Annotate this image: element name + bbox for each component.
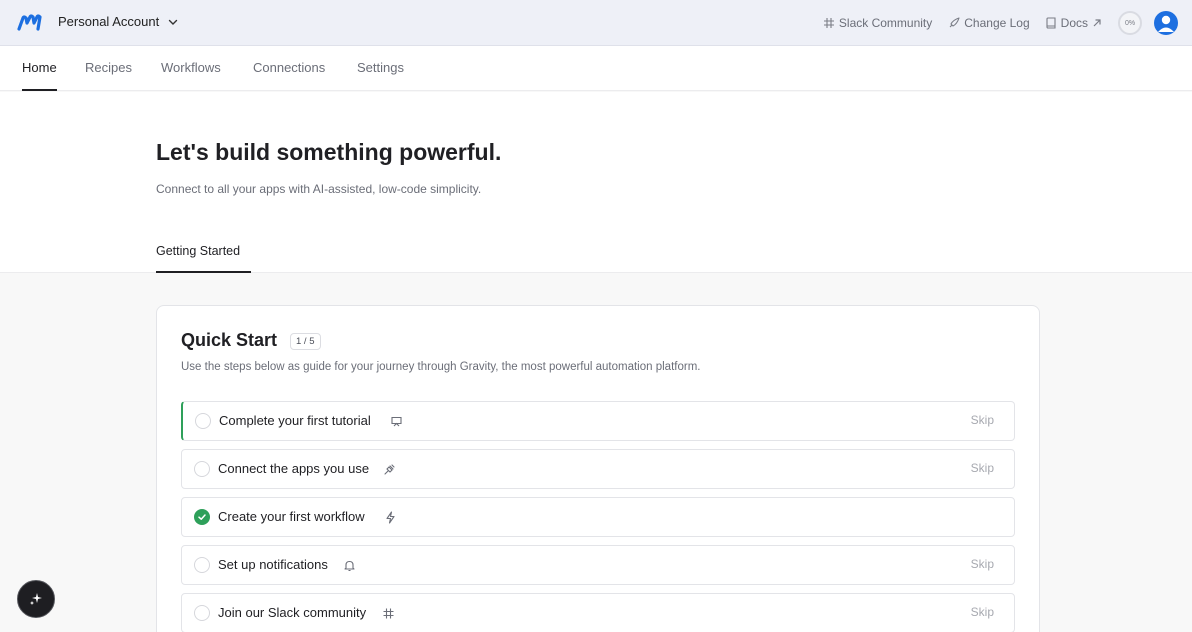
step-label: Connect the apps you use <box>218 461 370 476</box>
skip-button[interactable]: Skip <box>971 557 994 571</box>
quick-start-progress-badge: 1 / 5 <box>290 333 321 350</box>
step-checkbox[interactable] <box>194 605 210 621</box>
onboarding-progress-ring[interactable]: 0% <box>1118 11 1142 35</box>
docs-link[interactable]: Docs <box>1046 16 1106 30</box>
step-checkbox[interactable] <box>194 557 210 573</box>
app-logo-icon[interactable] <box>17 13 43 33</box>
step-checkbox[interactable] <box>194 461 210 477</box>
skip-button[interactable]: Skip <box>971 461 994 475</box>
slack-icon <box>823 18 834 28</box>
user-icon <box>1158 15 1174 32</box>
tab-workflows[interactable]: Workflows <box>161 60 221 75</box>
progress-percent: 0% <box>1124 19 1136 27</box>
step-label: Complete your first tutorial <box>219 413 371 428</box>
main-nav: Home Recipes Workflows Connections Setti… <box>0 46 1192 91</box>
hero-section: Let's build something powerful. Connect … <box>0 92 1192 273</box>
step-complete-tutorial[interactable]: Complete your first tutorial Skip <box>181 401 1015 441</box>
tab-home[interactable]: Home <box>22 60 57 75</box>
quick-start-card: Quick Start 1 / 5 Use the steps below as… <box>156 305 1040 632</box>
step-join-slack[interactable]: Join our Slack community Skip <box>181 593 1015 632</box>
step-label: Set up notifications <box>218 557 328 572</box>
slack-community-link[interactable]: Slack Community <box>823 16 932 30</box>
step-set-notifications[interactable]: Set up notifications Skip <box>181 545 1015 585</box>
step-connect-apps[interactable]: Connect the apps you use Skip <box>181 449 1015 489</box>
quick-start-description: Use the steps below as guide for your jo… <box>181 361 701 373</box>
step-checkbox-done[interactable] <box>194 509 210 525</box>
page-subtitle: Connect to all your apps with AI-assiste… <box>156 182 482 196</box>
top-bar: Personal Account Slack Community Change … <box>0 0 1192 46</box>
sparkle-icon <box>30 593 42 605</box>
chevron-down-icon <box>168 19 178 25</box>
plug-icon <box>384 464 395 475</box>
tab-getting-started[interactable]: Getting Started <box>156 244 240 258</box>
page-title: Let's build something powerful. <box>156 139 502 165</box>
external-link-arrow-icon <box>1093 19 1101 27</box>
tab-settings[interactable]: Settings <box>357 60 404 75</box>
bell-icon <box>344 560 355 572</box>
tab-recipes[interactable]: Recipes <box>85 60 132 75</box>
step-checkbox[interactable] <box>195 413 211 429</box>
skip-button[interactable]: Skip <box>971 413 994 427</box>
presentation-icon <box>391 416 402 427</box>
account-switcher[interactable]: Personal Account <box>58 14 178 29</box>
tab-connections[interactable]: Connections <box>253 60 325 75</box>
docs-label: Docs <box>1060 16 1088 30</box>
rocket-icon <box>949 17 960 28</box>
ai-assistant-button[interactable] <box>17 580 55 618</box>
book-icon <box>1046 17 1056 29</box>
change-log-label: Change Log <box>964 16 1030 30</box>
step-label: Join our Slack community <box>218 605 367 620</box>
active-tab-indicator <box>22 89 57 91</box>
checkmark-icon <box>198 514 206 520</box>
step-label: Create your first workflow <box>218 509 365 524</box>
avatar[interactable] <box>1154 11 1178 35</box>
slack-community-label: Slack Community <box>838 16 933 30</box>
change-log-link[interactable]: Change Log <box>948 16 1030 30</box>
bolt-icon <box>386 511 395 524</box>
account-name: Personal Account <box>58 14 160 29</box>
getting-started-indicator <box>156 271 251 273</box>
step-create-workflow[interactable]: Create your first workflow <box>181 497 1015 537</box>
quick-start-title: Quick Start <box>181 330 278 350</box>
slack-icon <box>383 608 394 619</box>
skip-button[interactable]: Skip <box>971 605 994 619</box>
